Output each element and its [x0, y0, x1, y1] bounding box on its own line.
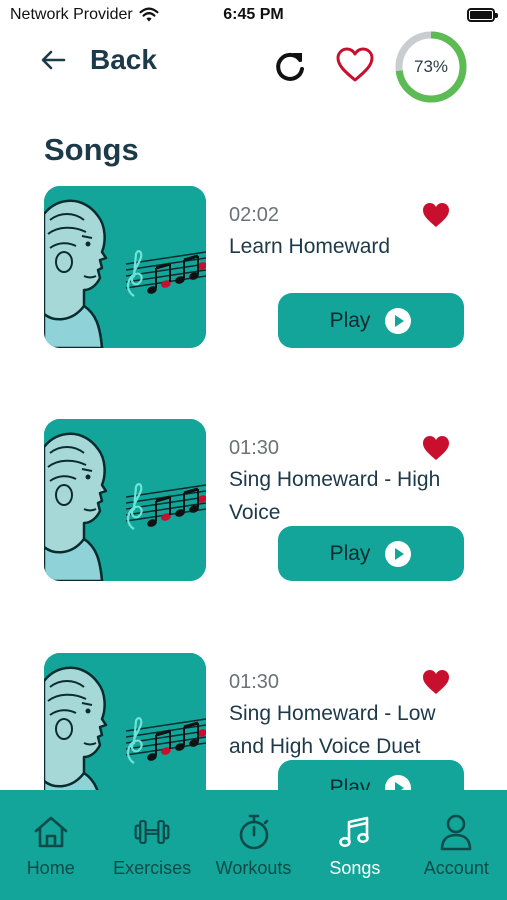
page-title: Songs: [44, 132, 139, 167]
song-thumbnail[interactable]: [44, 653, 206, 790]
stopwatch-icon: [234, 812, 274, 852]
song-card-1: 02:02 Learn Homeward Play: [0, 186, 507, 386]
heart-filled-icon: [423, 670, 449, 694]
play-label: Play: [329, 541, 371, 565]
nav-item-songs[interactable]: Songs: [304, 790, 405, 900]
nav-item-workouts[interactable]: Workouts: [203, 790, 304, 900]
play-circle-icon: [385, 540, 412, 567]
play-label: Play: [329, 308, 371, 332]
song-list[interactable]: 02:02 Learn Homeward Play 01:30 Sing Hom…: [0, 186, 507, 790]
back-button[interactable]: Back: [40, 44, 157, 76]
nav-label: Account: [423, 858, 489, 878]
heart-filled-icon: [423, 203, 449, 227]
carrier-label: Network Provider: [10, 6, 133, 23]
bottom-nav: Home Exercises Workouts Songs Account: [0, 790, 507, 900]
header: Back 73%: [0, 30, 507, 105]
play-button[interactable]: Play: [278, 293, 464, 348]
song-title: Learn Homeward: [229, 235, 391, 258]
progress-ring: 73%: [394, 30, 468, 104]
music-note-icon: [335, 812, 375, 852]
song-card-2: 01:30 Sing Homeward - High Voice Play: [0, 419, 507, 619]
back-label: Back: [90, 44, 157, 75]
song-title: Sing Homeward - High Voice: [229, 468, 441, 524]
favorites-button[interactable]: [334, 44, 376, 86]
battery-icon: [467, 8, 498, 22]
favorite-toggle[interactable]: [421, 668, 451, 696]
heart-outline-icon: [336, 47, 374, 82]
nav-label: Workouts: [215, 858, 292, 878]
carrier: Network Provider: [10, 6, 159, 24]
dumbbell-icon: [132, 812, 172, 852]
arrow-left-icon: [41, 50, 66, 70]
song-thumbnail[interactable]: [44, 419, 206, 581]
nav-label: Songs: [329, 858, 381, 878]
status-bar: Network Provider 6:45 PM: [0, 0, 507, 30]
nav-label: Home: [26, 858, 75, 878]
song-thumbnail[interactable]: [44, 186, 206, 348]
song-title: Sing Homeward - Low and High Voice Duet: [229, 702, 436, 758]
wifi-icon: [139, 7, 159, 22]
play-label: Play: [329, 775, 371, 791]
home-icon: [31, 812, 71, 852]
refresh-button[interactable]: [272, 48, 308, 84]
play-button[interactable]: Play: [278, 526, 464, 581]
nav-item-home[interactable]: Home: [0, 790, 101, 900]
nav-item-exercises[interactable]: Exercises: [101, 790, 202, 900]
favorite-toggle[interactable]: [421, 201, 451, 229]
play-circle-icon: [385, 307, 412, 334]
nav-label: Exercises: [113, 858, 192, 878]
song-card-3: 01:30 Sing Homeward - Low and High Voice…: [0, 653, 507, 790]
play-button[interactable]: Play: [278, 760, 464, 790]
progress-percent: 73%: [413, 57, 449, 76]
song-duration: 01:30: [229, 437, 280, 459]
heart-filled-icon: [423, 436, 449, 460]
song-duration: 01:30: [229, 671, 280, 693]
person-icon: [436, 812, 476, 852]
refresh-icon: [276, 52, 304, 81]
song-duration: 02:02: [229, 204, 280, 226]
favorite-toggle[interactable]: [421, 434, 451, 462]
play-circle-icon: [385, 774, 412, 790]
nav-item-account[interactable]: Account: [406, 790, 507, 900]
